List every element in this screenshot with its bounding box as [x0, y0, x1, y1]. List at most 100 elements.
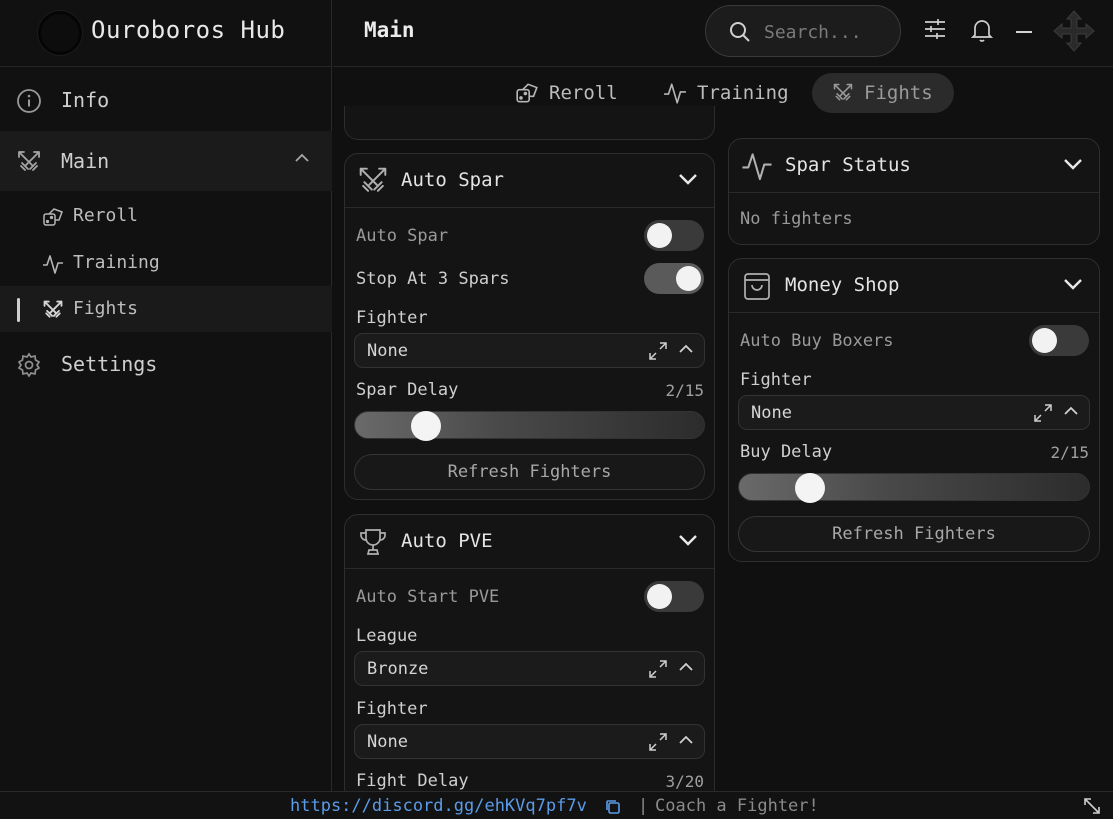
chevron-up-icon[interactable]	[678, 662, 694, 672]
tab-label: Reroll	[549, 82, 618, 104]
sidebar-item-label: Fights	[73, 298, 139, 319]
activity-icon	[741, 150, 773, 182]
sidebar-item-training[interactable]: Training	[0, 240, 332, 286]
buy-delay-label: Buy Delay	[740, 442, 833, 462]
toggle-knob	[647, 584, 672, 609]
chevron-down-icon[interactable]	[678, 173, 698, 185]
toggle-knob	[1032, 328, 1057, 353]
tab-fights[interactable]: Fights	[812, 73, 954, 113]
spar-status-card: Spar Status No fighters	[728, 138, 1100, 245]
card-header[interactable]: Money Shop	[729, 259, 1099, 313]
chevron-up-icon[interactable]	[1063, 406, 1079, 416]
activity-icon	[42, 253, 64, 275]
auto-spar-label: Auto Spar	[356, 226, 449, 246]
tab-label: Fights	[864, 82, 933, 104]
spar-delay-label: Spar Delay	[356, 380, 459, 400]
stop-at-3-spars-toggle[interactable]	[644, 263, 704, 294]
dropdown-value: None	[751, 403, 792, 423]
discord-link[interactable]: https://discord.gg/ehKVq7pf7v	[290, 796, 587, 816]
refresh-fighters-button[interactable]: Refresh Fighters	[738, 516, 1090, 552]
fighter-label: Fighter	[356, 308, 428, 328]
auto-start-pve-toggle[interactable]	[644, 581, 704, 612]
auto-buy-boxers-label: Auto Buy Boxers	[740, 331, 894, 351]
chevron-up-icon[interactable]	[294, 153, 310, 163]
footer-tagline: Coach a Fighter!	[655, 796, 819, 816]
card-header[interactable]: Spar Status	[729, 139, 1099, 193]
brand: Ouroboros Hub	[0, 0, 332, 67]
info-icon	[16, 88, 42, 114]
header: Main	[333, 0, 1113, 67]
activity-icon	[663, 81, 687, 105]
footer-separator: |	[638, 796, 649, 816]
copy-icon[interactable]	[604, 798, 622, 816]
card-title: Auto Spar	[401, 169, 504, 191]
chevron-down-icon[interactable]	[1063, 158, 1083, 170]
sidebar-item-main[interactable]: Main	[0, 131, 332, 191]
chevron-down-icon[interactable]	[678, 534, 698, 546]
swords-icon	[832, 82, 854, 104]
sidebar-item-label: Info	[61, 88, 110, 112]
expand-icon[interactable]	[648, 341, 668, 361]
spar-delay-value: 2/15	[665, 381, 704, 400]
card-header[interactable]: Auto Spar	[345, 154, 714, 208]
slider-thumb[interactable]	[410, 411, 441, 441]
app-window: Ouroboros Hub Info Main Reroll Training …	[0, 0, 1113, 819]
sidebar-item-fights[interactable]: Fights	[0, 286, 332, 332]
card-title: Auto PVE	[401, 530, 493, 552]
dice-icon	[42, 206, 64, 228]
shopping-bag-icon	[741, 270, 773, 302]
dropdown-value: Bronze	[367, 659, 429, 679]
toggle-knob	[676, 266, 701, 291]
card-header[interactable]: Auto PVE	[345, 515, 714, 569]
bell-icon[interactable]	[970, 17, 994, 43]
league-label: League	[356, 626, 418, 646]
trophy-icon	[357, 526, 389, 558]
money-shop-card: Money Shop Auto Buy Boxers Fighter None …	[728, 258, 1100, 562]
fight-delay-value: 3/20	[665, 772, 704, 791]
stop-at-3-spars-label: Stop At 3 Spars	[356, 269, 510, 289]
expand-icon[interactable]	[1033, 403, 1053, 423]
league-dropdown[interactable]: Bronze	[354, 651, 705, 686]
sidebar-item-label: Settings	[61, 352, 158, 376]
sidebar-item-info[interactable]: Info	[0, 70, 332, 130]
swords-icon	[42, 299, 64, 321]
fight-delay-label: Fight Delay	[356, 771, 469, 791]
dropdown-value: None	[367, 341, 408, 361]
refresh-fighters-button[interactable]: Refresh Fighters	[354, 454, 705, 490]
search-icon	[728, 20, 752, 44]
expand-icon[interactable]	[648, 659, 668, 679]
slider-thumb[interactable]	[794, 473, 825, 503]
buy-delay-slider[interactable]	[738, 473, 1090, 503]
fighter-label: Fighter	[356, 699, 428, 719]
gear-icon	[16, 352, 42, 378]
auto-spar-toggle[interactable]	[644, 220, 704, 251]
resize-icon[interactable]	[1083, 797, 1101, 815]
auto-buy-boxers-toggle[interactable]	[1029, 325, 1089, 356]
sidebar-item-reroll[interactable]: Reroll	[0, 193, 332, 239]
card-title: Money Shop	[785, 274, 900, 296]
spar-delay-slider[interactable]	[354, 411, 705, 441]
chevron-down-icon[interactable]	[1063, 278, 1083, 290]
footer: https://discord.gg/ehKVq7pf7v | Coach a …	[0, 791, 1113, 819]
move-icon[interactable]	[1053, 10, 1095, 52]
fighter-label: Fighter	[740, 370, 812, 390]
sidebar-item-label: Reroll	[73, 205, 139, 226]
app-title: Ouroboros Hub	[91, 16, 286, 44]
auto-pve-card: Auto PVE Auto Start PVE League Bronze Fi…	[344, 514, 715, 804]
expand-icon[interactable]	[648, 732, 668, 752]
sliders-icon[interactable]	[923, 17, 947, 41]
search-box[interactable]	[705, 5, 901, 57]
toggle-knob	[647, 223, 672, 248]
sidebar-item-settings[interactable]: Settings	[0, 334, 332, 394]
minimize-icon[interactable]	[1015, 30, 1033, 34]
fighter-dropdown[interactable]: None	[354, 724, 705, 759]
auto-spar-card: Auto Spar Auto Spar Stop At 3 Spars Figh…	[344, 153, 715, 500]
chevron-up-icon[interactable]	[678, 735, 694, 745]
fighter-dropdown[interactable]: None	[738, 395, 1090, 430]
page-title: Main	[364, 18, 415, 42]
chevron-up-icon[interactable]	[678, 344, 694, 354]
buy-delay-value: 2/15	[1050, 443, 1089, 462]
search-input[interactable]	[764, 19, 890, 45]
fighter-dropdown[interactable]: None	[354, 333, 705, 368]
ouroboros-logo-icon	[38, 11, 82, 55]
